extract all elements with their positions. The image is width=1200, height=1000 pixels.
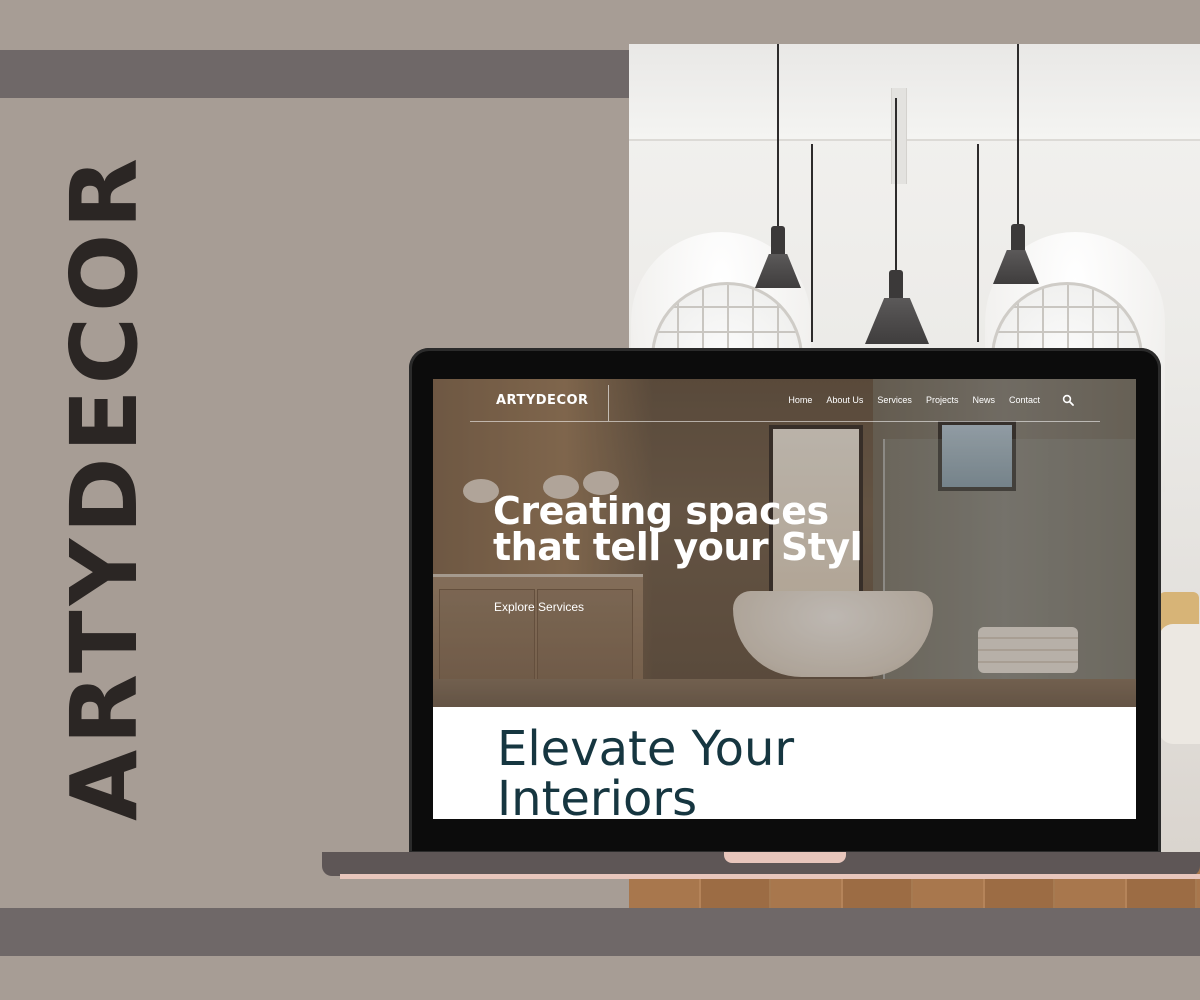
- lamp-fitting: [771, 226, 785, 256]
- ceiling: [629, 44, 1200, 141]
- laptop-base-edge: [340, 874, 1200, 879]
- section-title-line1: Elevate Your: [497, 721, 795, 777]
- bottom-band: [0, 908, 1200, 956]
- logo-divider: [608, 385, 609, 421]
- hero-headline-line1: Creating spaces: [493, 489, 829, 533]
- nav-news[interactable]: News: [972, 395, 995, 405]
- nav-home[interactable]: Home: [788, 395, 812, 405]
- section-title-line2: Interiors: [497, 771, 698, 819]
- sofa: [1159, 624, 1200, 744]
- lamp-cord: [777, 44, 779, 230]
- explore-services-link[interactable]: Explore Services: [494, 600, 584, 614]
- nav-projects[interactable]: Projects: [926, 395, 959, 405]
- laptop-screen-frame: ARTYDECOR Home About Us Services Project…: [409, 348, 1161, 854]
- lamp-cord: [895, 98, 897, 274]
- ceiling-beam: [891, 88, 907, 184]
- search-icon[interactable]: [1062, 394, 1074, 406]
- lamp-cord: [977, 144, 979, 342]
- nav-about-us[interactable]: About Us: [826, 395, 863, 405]
- brand-vertical-title: ARTYDECOR: [51, 152, 158, 822]
- lamp-cord: [1017, 44, 1019, 226]
- pendant-lamp: [865, 298, 929, 344]
- website-screen: ARTYDECOR Home About Us Services Project…: [433, 379, 1136, 819]
- main-nav: Home About Us Services Projects News Con…: [788, 395, 1040, 405]
- lamp-cord: [811, 144, 813, 342]
- hero-headline-line2: that tell your Styl: [493, 525, 863, 569]
- site-header: ARTYDECOR Home About Us Services Project…: [470, 379, 1100, 422]
- hero-section: ARTYDECOR Home About Us Services Project…: [433, 379, 1136, 707]
- nav-services[interactable]: Services: [877, 395, 912, 405]
- lamp-fitting: [889, 270, 903, 300]
- nav-contact[interactable]: Contact: [1009, 395, 1040, 405]
- hero-headline: Creating spaces that tell your Styl: [493, 489, 1013, 569]
- lamp-fitting: [1011, 224, 1025, 254]
- section-title: Elevate Your Interiors: [497, 724, 794, 819]
- site-logo[interactable]: ARTYDECOR: [496, 393, 589, 408]
- laptop-notch: [724, 852, 846, 863]
